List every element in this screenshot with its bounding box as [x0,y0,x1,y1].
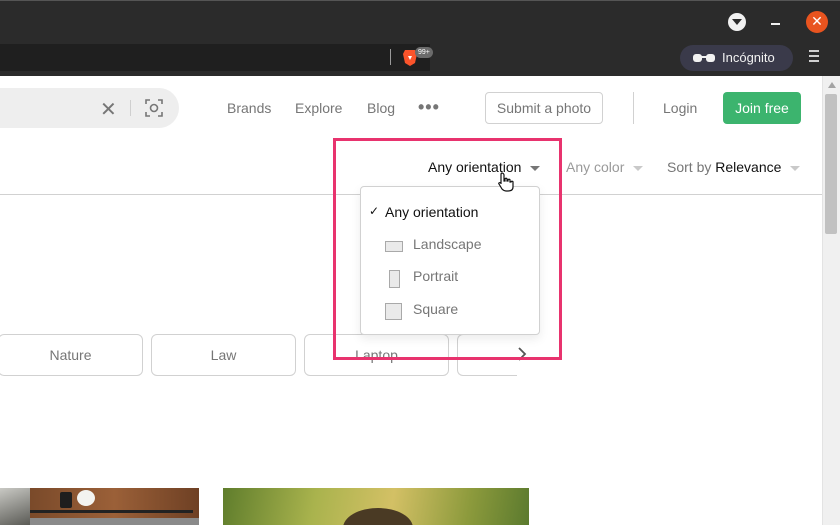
nav-link-blog[interactable]: Blog [367,100,395,116]
hamburger-menu-icon[interactable] [809,50,819,64]
chip-law[interactable]: Law [151,334,296,376]
photo-desk[interactable] [0,488,199,525]
photo-detail [30,510,193,513]
close-icon[interactable]: ✕ [806,11,828,33]
incognito-profile-button[interactable]: Incógnito [680,45,793,71]
photo-detail [343,508,413,525]
photo-detail [60,492,72,508]
photo-detail [77,490,95,506]
address-bar-divider [390,49,391,65]
scroll-up-icon[interactable] [828,82,836,88]
login-link[interactable]: Login [663,100,697,116]
tab-count-badge: 99+ [415,47,433,58]
photo-outdoor[interactable] [223,488,529,525]
header-divider [633,92,634,124]
search-input[interactable]: ✕ [0,88,179,128]
color-filter[interactable]: Any color [566,159,644,175]
visual-search-icon[interactable] [145,99,163,117]
chip-nature[interactable]: Nature [0,334,143,376]
color-filter-label: Any color [566,159,625,175]
search-divider [130,100,131,116]
submit-photo-button[interactable]: Submit a photo [485,92,603,124]
address-bar[interactable] [0,44,430,71]
join-free-button[interactable]: Join free [723,92,801,124]
browser-toolbar: 99+ Incógnito [0,40,840,76]
nav-link-brands[interactable]: Brands [227,100,271,116]
clear-search-icon[interactable]: ✕ [100,97,117,121]
caret-down-icon [790,165,801,171]
more-options-icon[interactable]: ••• [418,97,440,118]
annotation-highlight-box [333,138,562,360]
sort-filter[interactable]: Sort by Relevance [667,159,801,175]
sort-prefix: Sort by [667,159,712,175]
photo-detail [0,488,30,525]
page-scrollbar[interactable] [822,76,840,525]
scrollbar-thumb[interactable] [825,94,837,234]
caret-down-icon [633,165,644,171]
window-titlebar: ✕ [0,0,840,40]
incognito-label: Incógnito [722,50,775,65]
hand-cursor-icon [498,172,514,192]
chevron-down-icon[interactable] [728,13,746,31]
incognito-glasses-icon [693,54,715,62]
nav-link-explore[interactable]: Explore [295,100,342,116]
photo-detail [30,488,199,518]
sort-value: Relevance [715,159,782,175]
minimize-icon[interactable] [768,13,786,31]
